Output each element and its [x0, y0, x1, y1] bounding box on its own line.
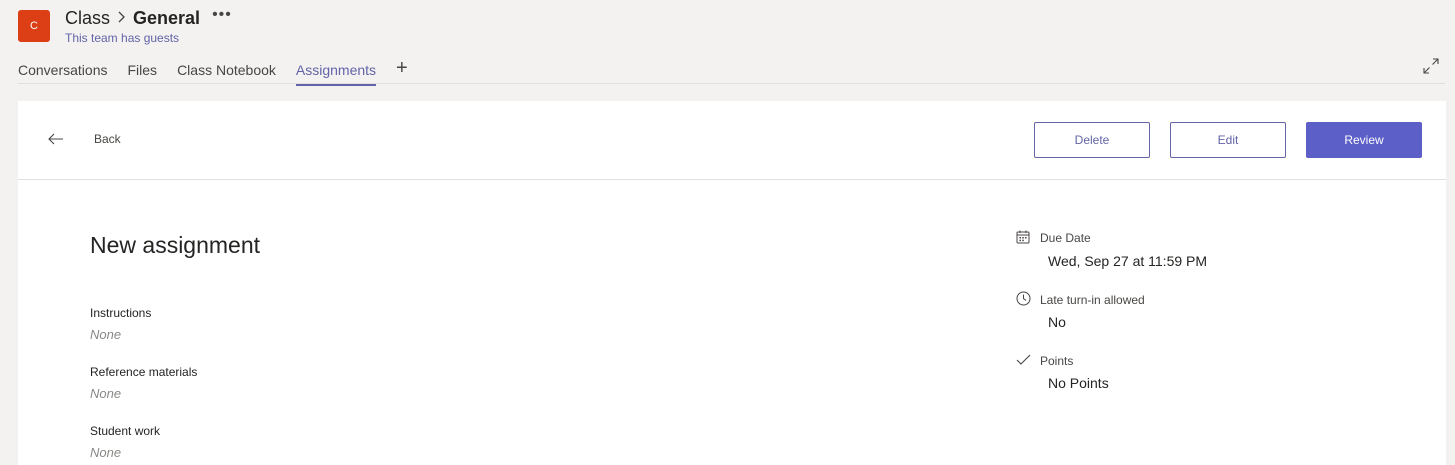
team-guests-note[interactable]: This team has guests [65, 31, 179, 45]
late-turn-in-label: Late turn-in allowed [1040, 293, 1145, 307]
expand-icon[interactable] [1423, 58, 1439, 74]
back-arrow-icon[interactable] [47, 130, 65, 148]
edit-button[interactable]: Edit [1170, 122, 1286, 158]
breadcrumb: Class General ••• [65, 6, 232, 29]
tab-class-notebook[interactable]: Class Notebook [177, 62, 276, 82]
student-work-label: Student work [90, 424, 161, 438]
back-button[interactable]: Back [94, 132, 121, 146]
clock-icon [1016, 291, 1031, 306]
team-name[interactable]: Class [65, 8, 110, 29]
assignment-title: New assignment [90, 232, 261, 258]
delete-button[interactable]: Delete [1034, 122, 1150, 158]
header-divider [18, 83, 1445, 84]
channel-name: General [133, 8, 201, 28]
due-date-value: Wed, Sep 27 at 11:59 PM [1048, 253, 1208, 269]
checkmark-icon [1016, 353, 1031, 367]
late-turn-in-value: No [1048, 314, 1066, 330]
student-work-value: None [90, 445, 122, 460]
due-date-label: Due Date [1040, 231, 1091, 245]
tab-assignments[interactable]: Assignments [295, 62, 377, 86]
reference-materials-label: Reference materials [90, 365, 198, 379]
calendar-icon [1016, 230, 1030, 244]
reference-materials-value: None [90, 386, 122, 401]
more-options-icon[interactable]: ••• [212, 6, 232, 24]
review-button[interactable]: Review [1306, 122, 1422, 158]
assignment-toolbar: Back Delete Edit Review [18, 101, 1446, 180]
instructions-value: None [90, 327, 122, 342]
chevron-right-icon [117, 11, 126, 26]
add-tab-icon[interactable]: + [396, 57, 408, 80]
team-avatar[interactable]: C [18, 10, 50, 42]
channel-tabs: Conversations Files Class Notebook Assig… [18, 57, 408, 86]
points-value: No Points [1048, 375, 1109, 391]
points-label: Points [1040, 354, 1074, 368]
tab-files[interactable]: Files [128, 62, 158, 82]
tab-conversations[interactable]: Conversations [18, 62, 108, 82]
instructions-label: Instructions [90, 306, 152, 320]
assignment-panel: Back Delete Edit Review New assignment I… [18, 101, 1446, 465]
